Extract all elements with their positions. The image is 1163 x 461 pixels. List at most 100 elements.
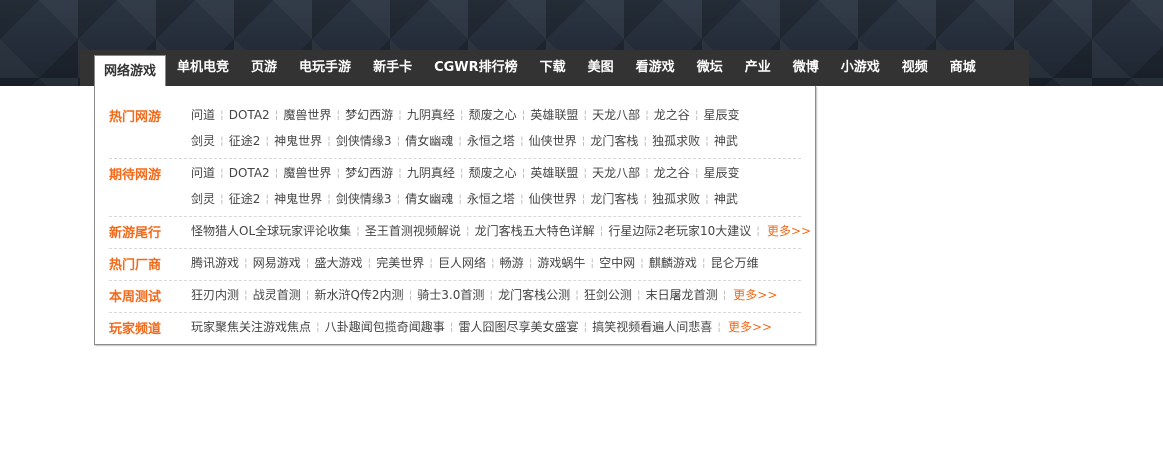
vendor-link[interactable]: 网易游戏 bbox=[253, 254, 301, 271]
game-link[interactable]: 天龙八部 bbox=[592, 164, 640, 181]
more-link[interactable]: 更多>> bbox=[733, 286, 777, 303]
separator: ¦ bbox=[244, 288, 248, 301]
more-link[interactable]: 更多>> bbox=[767, 222, 811, 239]
game-link[interactable]: 仙侠世界 bbox=[529, 132, 577, 149]
game-link[interactable]: 神鬼世界 bbox=[274, 132, 322, 149]
channel-link[interactable]: 雷人囧图尽享美女盛宴 bbox=[458, 318, 578, 335]
nav-item-web-games[interactable]: 页游 bbox=[240, 50, 288, 86]
test-link[interactable]: 狂刃内测 bbox=[191, 286, 239, 303]
nav-item-single-esports[interactable]: 单机电竞 bbox=[166, 50, 240, 86]
game-link[interactable]: 剑侠情缘3 bbox=[336, 132, 392, 149]
nav-item-download[interactable]: 下载 bbox=[529, 50, 577, 86]
more-link[interactable]: 更多>> bbox=[728, 318, 772, 335]
game-link[interactable]: 龙之谷 bbox=[654, 164, 690, 181]
vendor-link[interactable]: 巨人网络 bbox=[438, 254, 486, 271]
vendor-link[interactable]: 空中网 bbox=[599, 254, 635, 271]
article-link[interactable]: 龙门客栈五大特色详解 bbox=[475, 222, 595, 239]
nav-item-watch-games[interactable]: 看游戏 bbox=[625, 50, 686, 86]
nav-item-mini-games[interactable]: 小游戏 bbox=[830, 50, 891, 86]
separator: ¦ bbox=[599, 224, 604, 237]
game-link[interactable]: 独孤求败 bbox=[652, 190, 700, 207]
game-link[interactable]: 征途2 bbox=[229, 132, 261, 149]
game-link[interactable]: 问道 bbox=[191, 106, 215, 123]
game-link[interactable]: 九阴真经 bbox=[407, 106, 455, 123]
game-link[interactable]: 梦幻西游 bbox=[345, 164, 393, 181]
game-link[interactable]: 魔兽世界 bbox=[283, 164, 331, 181]
test-link[interactable]: 新水浒Q传2内测 bbox=[314, 286, 403, 303]
game-link[interactable]: 神武 bbox=[714, 132, 738, 149]
game-link[interactable]: 剑灵 bbox=[191, 132, 215, 149]
game-link[interactable]: 颓废之心 bbox=[469, 164, 517, 181]
separator: ¦ bbox=[636, 288, 641, 301]
game-link[interactable]: 龙之谷 bbox=[654, 106, 690, 123]
game-link[interactable]: 梦幻西游 bbox=[345, 106, 393, 123]
article-link[interactable]: 怪物猎人OL全球玩家评论收集 bbox=[191, 222, 351, 239]
separator: ¦ bbox=[449, 320, 454, 333]
test-link[interactable]: 战灵首测 bbox=[253, 286, 301, 303]
game-link[interactable]: 星辰变 bbox=[704, 106, 740, 123]
game-link[interactable]: 英雄联盟 bbox=[530, 106, 578, 123]
game-link[interactable]: 倩女幽魂 bbox=[405, 132, 453, 149]
channel-link[interactable]: 玩家聚焦关注游戏焦点 bbox=[191, 318, 311, 335]
article-link[interactable]: 圣王首测视频解说 bbox=[365, 222, 461, 239]
game-link[interactable]: 英雄联盟 bbox=[530, 164, 578, 181]
separator: ¦ bbox=[220, 134, 224, 147]
nav-item-weibo[interactable]: 微博 bbox=[782, 50, 830, 86]
nav-item-micro-forum[interactable]: 微坛 bbox=[686, 50, 734, 86]
vendor-link[interactable]: 腾讯游戏 bbox=[191, 254, 239, 271]
nav-item-gallery[interactable]: 美图 bbox=[577, 50, 625, 86]
vendor-link[interactable]: 昆仑万维 bbox=[711, 254, 759, 271]
separator: ¦ bbox=[528, 256, 533, 269]
section-hot-vendors: 热门厂商 腾讯游戏 ¦ 网易游戏 ¦ 盛大游戏 ¦ 完美世界 ¦ 巨人网络 ¦ 畅游 ¦ 游… bbox=[109, 248, 801, 281]
vendor-link[interactable]: 麒麟游戏 bbox=[649, 254, 697, 271]
separator: ¦ bbox=[458, 134, 462, 147]
separator: ¦ bbox=[575, 288, 579, 301]
game-link[interactable]: 魔兽世界 bbox=[283, 106, 331, 123]
game-link[interactable]: 神武 bbox=[714, 190, 738, 207]
game-link[interactable]: 永恒之塔 bbox=[467, 190, 515, 207]
nav-item-console-mobile[interactable]: 电玩手游 bbox=[288, 50, 362, 86]
channel-link[interactable]: 八卦趣闻包揽奇闻趣事 bbox=[325, 318, 445, 335]
game-link[interactable]: 倩女幽魂 bbox=[405, 190, 453, 207]
game-link[interactable]: 天龙八部 bbox=[592, 106, 640, 123]
game-link[interactable]: 剑侠情缘3 bbox=[336, 190, 392, 207]
nav-item-cgwr-ranking[interactable]: CGWR排行榜 bbox=[423, 50, 529, 86]
test-link[interactable]: 骑士3.0首测 bbox=[417, 286, 484, 303]
game-link[interactable]: 独孤求败 bbox=[652, 132, 700, 149]
nav-item-online-games[interactable]: 网络游戏 bbox=[94, 55, 167, 86]
game-link[interactable]: 永恒之塔 bbox=[467, 132, 515, 149]
separator: ¦ bbox=[717, 320, 721, 333]
link-list: 问道 ¦ DOTA2 ¦ 魔兽世界 ¦ 梦幻西游 ¦ 九阴真经 ¦ 颓废之心 ¦ 英雄联盟 ¦… bbox=[191, 106, 740, 123]
channel-link[interactable]: 搞笑视频看遍人间悲喜 bbox=[592, 318, 712, 335]
game-link[interactable]: 剑灵 bbox=[191, 190, 215, 207]
test-link[interactable]: 末日屠龙首测 bbox=[646, 286, 718, 303]
vendor-link[interactable]: 畅游 bbox=[500, 254, 524, 271]
vendor-link[interactable]: 完美世界 bbox=[376, 254, 424, 271]
game-link[interactable]: 征途2 bbox=[229, 190, 261, 207]
link-list: 腾讯游戏 ¦ 网易游戏 ¦ 盛大游戏 ¦ 完美世界 ¦ 巨人网络 ¦ 畅游 ¦ 游戏蜗牛 ¦ … bbox=[191, 254, 759, 271]
game-link[interactable]: 仙侠世界 bbox=[529, 190, 577, 207]
section-title: 热门厂商 bbox=[109, 258, 162, 273]
nav-item-mall[interactable]: 商城 bbox=[939, 50, 987, 86]
game-link[interactable]: DOTA2 bbox=[229, 108, 270, 122]
link-list: 问道 ¦ DOTA2 ¦ 魔兽世界 ¦ 梦幻西游 ¦ 九阴真经 ¦ 颓废之心 ¦ 英雄联盟 ¦… bbox=[191, 164, 740, 181]
game-link[interactable]: 问道 bbox=[191, 164, 215, 181]
test-link[interactable]: 龙门客栈公测 bbox=[498, 286, 570, 303]
vendor-link[interactable]: 盛大游戏 bbox=[314, 254, 362, 271]
separator: ¦ bbox=[220, 166, 224, 179]
nav-item-video[interactable]: 视频 bbox=[891, 50, 939, 86]
online-games-dropdown: 热门网游 问道 ¦ DOTA2 ¦ 魔兽世界 ¦ 梦幻西游 ¦ 九阴真经 ¦ 颓废之心 ¦ … bbox=[94, 86, 816, 345]
section-title: 本周测试 bbox=[109, 290, 162, 305]
game-link[interactable]: 星辰变 bbox=[704, 164, 740, 181]
nav-item-newbie-card[interactable]: 新手卡 bbox=[362, 50, 423, 86]
article-link[interactable]: 行星边际2老玩家10大建议 bbox=[608, 222, 751, 239]
game-link[interactable]: 龙门客栈 bbox=[590, 132, 638, 149]
game-link[interactable]: 九阴真经 bbox=[407, 164, 455, 181]
game-link[interactable]: 神鬼世界 bbox=[274, 190, 322, 207]
game-link[interactable]: 颓废之心 bbox=[469, 106, 517, 123]
game-link[interactable]: 龙门客栈 bbox=[590, 190, 638, 207]
game-link[interactable]: DOTA2 bbox=[229, 166, 270, 180]
test-link[interactable]: 狂剑公测 bbox=[584, 286, 632, 303]
nav-item-industry[interactable]: 产业 bbox=[734, 50, 782, 86]
vendor-link[interactable]: 游戏蜗牛 bbox=[537, 254, 585, 271]
